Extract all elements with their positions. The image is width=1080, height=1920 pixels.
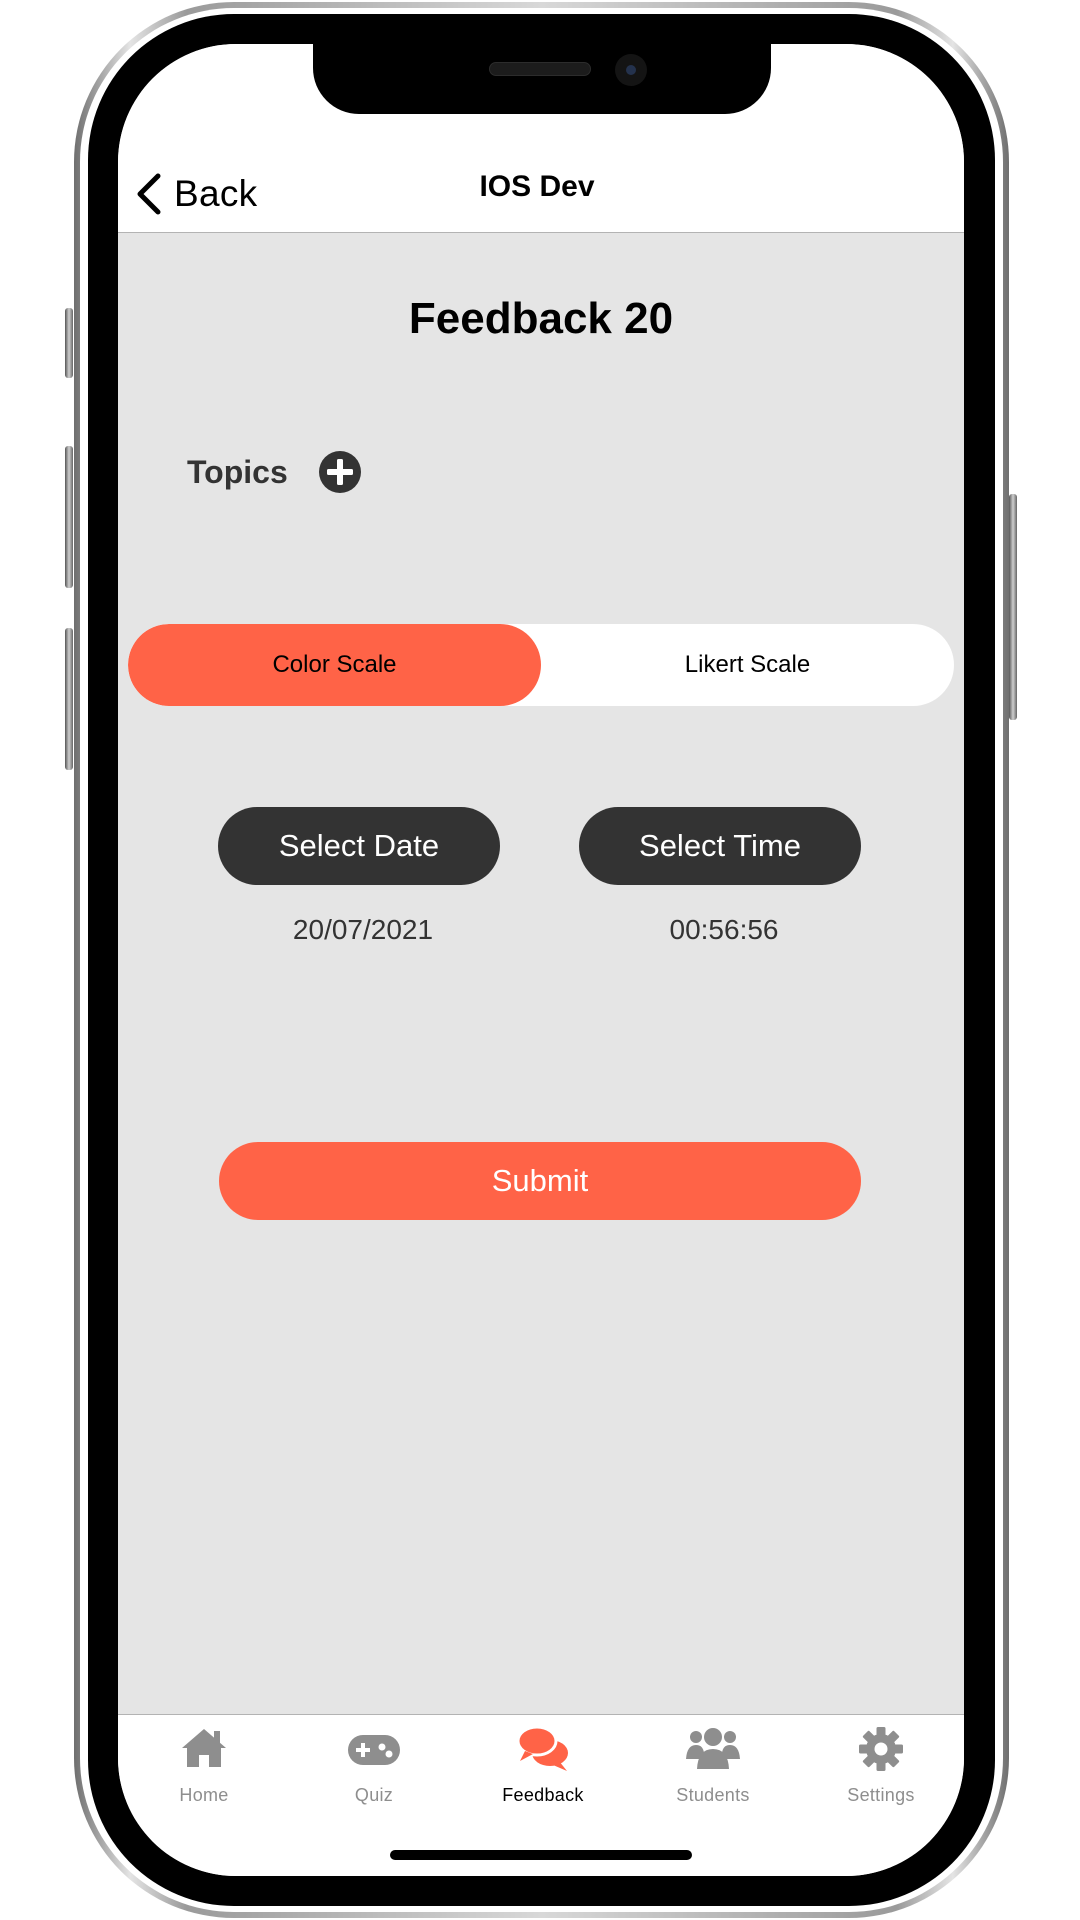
page-title: Feedback 20 xyxy=(408,294,674,343)
nav-title: IOS Dev xyxy=(479,170,595,203)
add-topic-plus-icon[interactable] xyxy=(318,450,362,494)
select-time-button[interactable]: Select Time xyxy=(579,807,861,885)
submit-button[interactable]: Submit xyxy=(219,1142,861,1220)
segment-likert-scale[interactable]: Likert Scale xyxy=(541,624,954,706)
silent-switch xyxy=(65,308,73,378)
power-button xyxy=(1009,494,1017,720)
topics-row: Topics xyxy=(187,450,362,494)
home-indicator[interactable] xyxy=(390,1850,692,1860)
volume-down-button xyxy=(65,628,73,770)
selected-date-value: 20/07/2021 xyxy=(292,914,434,945)
select-date-button[interactable]: Select Date xyxy=(218,807,500,885)
selected-time-value: 00:56:56 xyxy=(669,914,779,945)
users-icon xyxy=(686,1728,740,1769)
tab-home[interactable]: Home xyxy=(129,1723,279,1823)
tab-label-feedback: Feedback xyxy=(502,1785,584,1805)
tab-label-students: Students xyxy=(676,1785,750,1805)
volume-up-button xyxy=(65,446,73,588)
topics-label: Topics xyxy=(187,453,288,490)
tab-students[interactable]: Students xyxy=(638,1723,788,1823)
segment-color-scale[interactable]: Color Scale xyxy=(128,624,541,706)
tab-label-settings: Settings xyxy=(847,1785,915,1805)
app-screen: Back IOS Dev Feedback 20 Topics Color Sc… xyxy=(118,44,964,1876)
home-icon xyxy=(182,1729,226,1767)
speaker-grille xyxy=(489,62,591,76)
tab-label-home: Home xyxy=(179,1785,229,1805)
notch xyxy=(313,44,771,114)
tab-label-quiz: Quiz xyxy=(354,1785,394,1805)
tab-quiz[interactable]: Quiz xyxy=(299,1723,449,1823)
gamepad-icon xyxy=(348,1735,400,1765)
tab-settings[interactable]: Settings xyxy=(806,1723,956,1823)
scale-segmented-control: Color Scale Likert Scale xyxy=(128,624,954,706)
gear-icon xyxy=(859,1727,903,1771)
front-camera xyxy=(615,54,647,86)
chat-bubbles-icon xyxy=(516,1725,568,1771)
tab-feedback[interactable]: Feedback xyxy=(468,1723,618,1823)
